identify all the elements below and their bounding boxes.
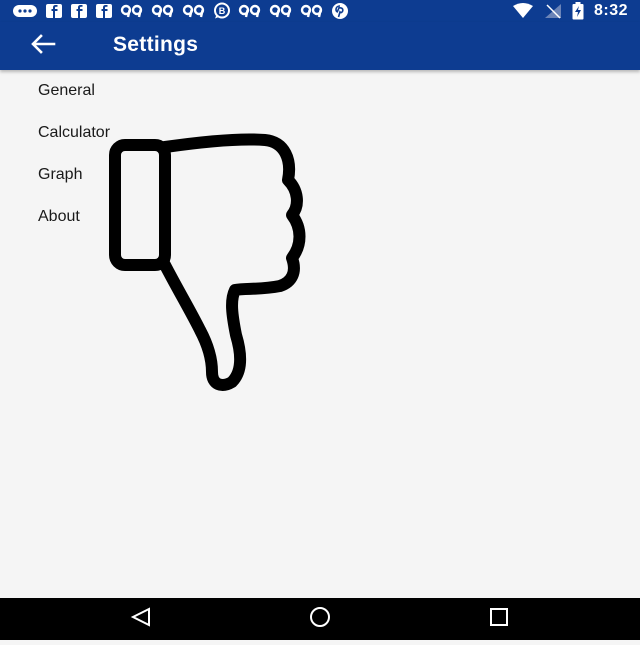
notification-icons: B: [12, 2, 349, 20]
facebook-icon: [45, 2, 63, 20]
back-triangle-icon: [129, 606, 153, 632]
notification-icon: [269, 2, 293, 20]
notification-icon: [238, 2, 262, 20]
settings-item-label: About: [38, 208, 80, 225]
settings-item-general[interactable]: General: [0, 70, 640, 112]
notification-icon: [300, 2, 324, 20]
settings-item-label: General: [38, 82, 95, 99]
nav-recents-button[interactable]: [479, 606, 519, 632]
battery-charging-icon: [572, 2, 584, 20]
wifi-icon: [512, 2, 534, 20]
settings-list: General Calculator Graph About: [0, 70, 640, 238]
svg-text:B: B: [219, 6, 226, 16]
message-icon: [12, 2, 38, 20]
system-status: 8:32: [512, 2, 628, 20]
nav-home-button[interactable]: [300, 606, 340, 632]
settings-item-label: Calculator: [38, 124, 111, 141]
back-button[interactable]: [28, 32, 58, 60]
notification-icon: [151, 2, 175, 20]
arrow-left-icon: [30, 33, 56, 59]
status-time: 8:32: [593, 2, 628, 19]
facebook-icon: [70, 2, 88, 20]
recents-square-icon: [487, 607, 511, 632]
settings-item-about[interactable]: About: [0, 196, 640, 238]
status-bar: B 8:32: [0, 0, 640, 22]
nav-back-button[interactable]: [121, 606, 161, 632]
home-circle-icon: [307, 606, 333, 633]
app-bar: Settings: [0, 22, 640, 70]
page-title: Settings: [113, 33, 199, 56]
signal-icon: [544, 2, 562, 20]
whatsapp-icon: B: [213, 2, 231, 20]
settings-item-label: Graph: [38, 166, 83, 183]
settings-item-calculator[interactable]: Calculator: [0, 112, 640, 154]
settings-item-graph[interactable]: Graph: [0, 154, 640, 196]
pinterest-icon: [331, 2, 349, 20]
navigation-bar: [0, 598, 640, 640]
notification-icon: [120, 2, 144, 20]
notification-icon: [182, 2, 206, 20]
facebook-icon: [95, 2, 113, 20]
